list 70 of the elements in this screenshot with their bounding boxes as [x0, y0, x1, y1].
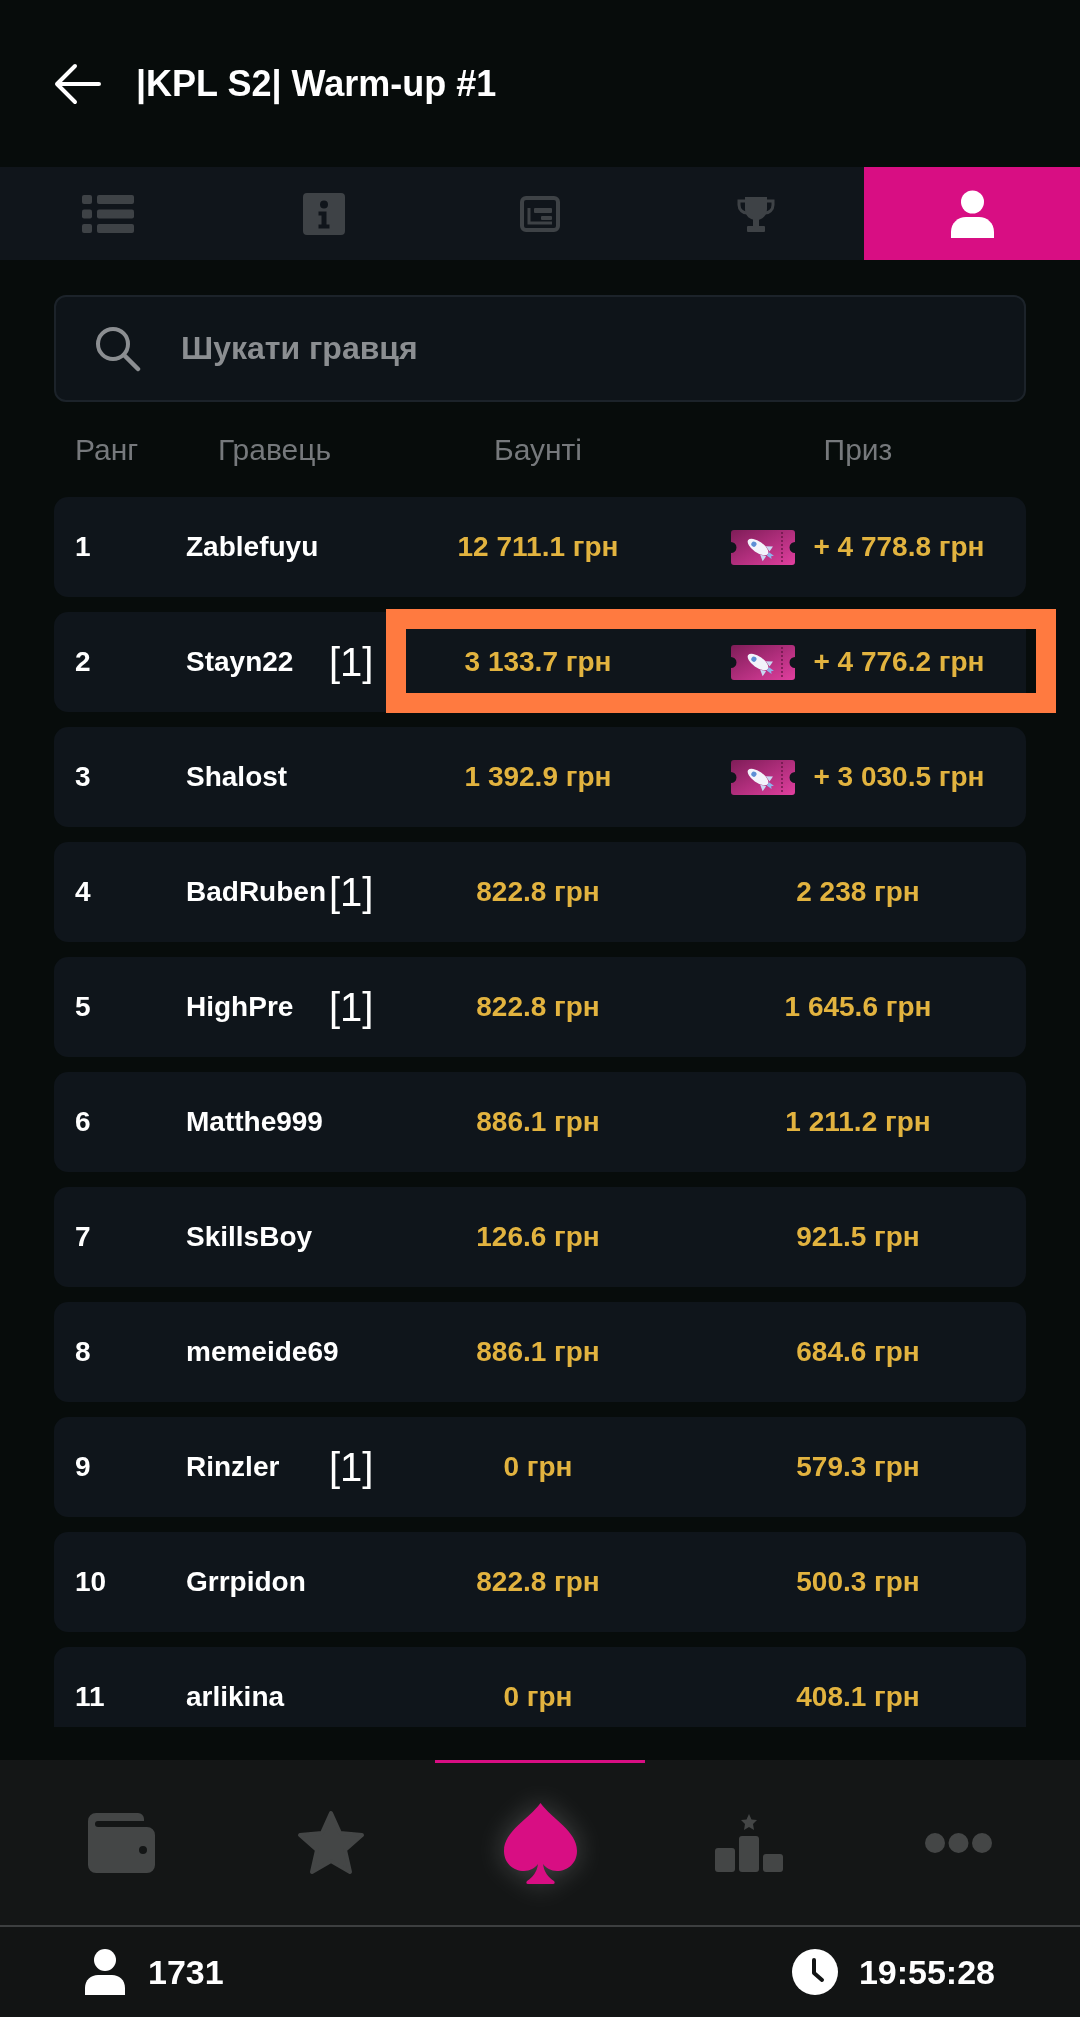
prize-amount: + 4 776.2 грн: [813, 645, 985, 679]
rank-text: 1: [75, 530, 92, 564]
prize-amount: 921.5 грн: [796, 1220, 920, 1254]
trophy-icon: [736, 194, 776, 233]
prize-amount: 408.1 грн: [796, 1680, 920, 1714]
bounty-amount: 12 711.1 грн: [457, 530, 619, 564]
prize-amount: 1 645.6 грн: [784, 990, 932, 1024]
prize-amount: + 3 030.5 грн: [813, 760, 985, 794]
wallet-icon: [88, 1812, 156, 1873]
person-icon: [950, 189, 994, 238]
rank-text: 9: [75, 1450, 92, 1484]
info-icon: [303, 192, 345, 235]
time-text: 19:55:28: [858, 1951, 995, 1993]
rank-text: 6: [75, 1105, 92, 1139]
rank-text: 5: [75, 990, 92, 1024]
prize-amount: + 4 778.8 грн: [813, 530, 985, 564]
bounty-amount: 822.8 грн: [476, 1565, 600, 1599]
bounty-amount: 886.1 грн: [476, 1105, 600, 1139]
search-field[interactable]: Шукати гравця: [54, 295, 1026, 402]
podium-icon: [715, 1813, 784, 1872]
prize-amount: 684.6 грн: [796, 1335, 920, 1369]
star-icon: [296, 1810, 365, 1875]
rank-text: 2: [75, 645, 92, 679]
column-header: Гравець: [217, 432, 333, 468]
player-name: Stayn22: [186, 645, 295, 679]
back-button[interactable]: [54, 62, 101, 105]
prize-amount: 579.3 грн: [796, 1450, 920, 1484]
player-name: BadRuben: [186, 875, 327, 909]
rank-text: 8: [75, 1335, 92, 1369]
rank-text: 11: [75, 1680, 106, 1714]
tab[interactable]: [864, 167, 1080, 260]
clock-icon: [791, 1949, 838, 1995]
bounty-amount: 822.8 грн: [476, 875, 600, 909]
online-count: 1731: [148, 1951, 224, 1993]
rank-text: 10: [75, 1565, 108, 1599]
back-arrow-icon: [54, 62, 101, 105]
column-header: Приз: [822, 432, 894, 468]
prize-amount: 2 238 грн: [796, 875, 920, 909]
player-name: Matthe999: [186, 1105, 324, 1139]
player-tag: [1]: [329, 642, 374, 682]
bounty-amount: 126.6 грн: [476, 1220, 600, 1254]
column-header: Ранг: [75, 432, 140, 468]
more-dots-icon: [924, 1832, 992, 1853]
player-name: Grrpidon: [186, 1565, 307, 1599]
player-name: SkillsBoy: [186, 1220, 314, 1254]
bounty-amount: 0 грн: [503, 1680, 573, 1714]
prize-amount: 500.3 грн: [796, 1565, 920, 1599]
bounty-amount: 3 133.7 грн: [464, 645, 612, 679]
prize-amount: 1 211.2 грн: [785, 1105, 931, 1139]
rank-text: 4: [75, 875, 92, 909]
player-tag: [1]: [329, 872, 374, 912]
player-tag: [1]: [329, 1447, 374, 1487]
player-name: Zablefuyu: [186, 530, 320, 564]
rank-text: 3: [75, 760, 92, 794]
player-name: HighPre: [186, 990, 295, 1024]
rank-text: 7: [75, 1220, 92, 1254]
player-name: arlikina: [186, 1680, 286, 1714]
bounty-amount: 822.8 грн: [476, 990, 600, 1024]
player-tag: [1]: [329, 987, 374, 1027]
player-name: memeide69: [186, 1335, 339, 1369]
bounty-amount: 886.1 грн: [476, 1335, 600, 1369]
bounty-amount: 0 грн: [503, 1450, 573, 1484]
player-name: Rinzler: [186, 1450, 281, 1484]
column-header: Баунті: [493, 432, 583, 468]
person-icon: [85, 1949, 125, 1995]
search-icon: [94, 325, 141, 372]
player-name: Shalost: [186, 760, 289, 794]
newspaper-icon: [520, 195, 560, 232]
list-icon: [82, 194, 134, 233]
bounty-amount: 1 392.9 грн: [464, 760, 612, 794]
